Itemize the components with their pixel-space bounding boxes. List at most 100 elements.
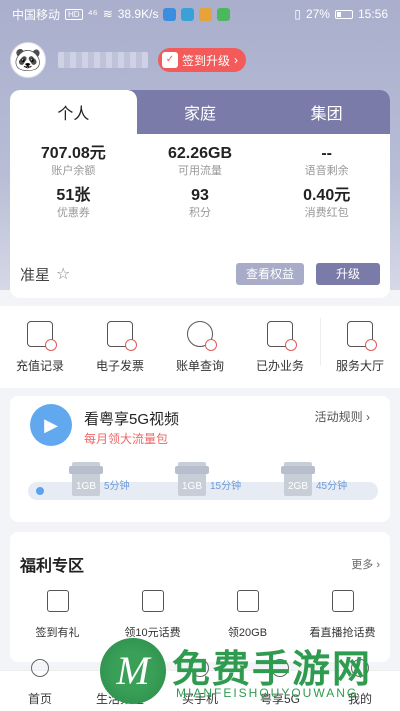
account-card: 个人 家庭 集团 707.08元 账户余额 62.26GB 可用流量 -- 语音… [10, 90, 390, 298]
account-tabs: 个人 家庭 集团 [10, 90, 390, 134]
video-promo-card[interactable]: ▶ 看粤享5G视频 每月领大流量包 活动规则 › 1GB 5分钟 1GB 15分… [10, 396, 390, 522]
service-label: 充值记录 [15, 358, 64, 373]
stat-value: 707.08元 [40, 145, 106, 162]
gift-box-icon: 1GB [175, 462, 209, 496]
milestone-2[interactable]: 1GB 15分钟 [175, 462, 242, 496]
stat-label: 语音剩余 [304, 165, 349, 177]
bottom-nav: 首页 生活频道 买手机 粤享5G 我的 [0, 659, 400, 711]
nav-label: 买手机 [181, 692, 218, 706]
nav-mine[interactable]: 我的 [320, 659, 400, 711]
milestone-1[interactable]: 1GB 5分钟 [69, 462, 130, 496]
service-recharge-records[interactable]: 充值记录 [0, 306, 80, 388]
account-stats: 707.08元 账户余额 62.26GB 可用流量 -- 语音剩余 51张 优惠… [10, 134, 390, 224]
stat-red-packet[interactable]: 0.40元 消费红包 [263, 186, 390, 224]
signin-upgrade-button[interactable]: ✓ 签到升级 › [158, 48, 247, 72]
nav-label: 首页 [27, 692, 52, 706]
nav-5g[interactable]: 粤享5G [240, 659, 320, 711]
member-level: 准星 [20, 266, 51, 284]
nav-label: 粤享5G [259, 692, 300, 706]
carrier-label: 中国移动 [12, 7, 61, 22]
stat-coupons[interactable]: 51张 优惠券 [10, 186, 137, 224]
stat-label: 账户余额 [51, 165, 96, 177]
activity-rules-link[interactable]: 活动规则 › [315, 408, 370, 425]
level-row: 准星 ☆ 查看权益 升级 [10, 250, 390, 298]
tab-family[interactable]: 家庭 [137, 90, 264, 134]
nav-label: 生活频道 [95, 692, 144, 706]
tab-personal[interactable]: 个人 [10, 90, 137, 134]
service-e-invoice[interactable]: 电子发票 [80, 306, 160, 388]
vibrate-icon: ▯ [294, 7, 301, 21]
promo-subtitle: 每月领大流量包 [84, 432, 169, 446]
service-label: 账单查询 [175, 358, 224, 373]
stat-value: 0.40元 [303, 187, 351, 204]
more-link[interactable]: 更多 › [351, 556, 380, 572]
benefits-section: 福利专区 更多 › 签到有礼 领10元话费 领20GB 看直播抢话费 [10, 532, 390, 662]
benefit-grid: 签到有礼 领10元话费 领20GB 看直播抢话费 [10, 590, 390, 640]
clock: 15:56 [357, 7, 388, 21]
view-rights-button[interactable]: 查看权益 [235, 263, 304, 285]
calendar-icon: ✓ [162, 52, 178, 68]
service-bill-query[interactable]: 账单查询 [160, 306, 240, 388]
section-title: 福利专区 [20, 558, 85, 575]
milestone-minutes: 45分钟 [316, 481, 348, 492]
stat-data[interactable]: 62.26GB 可用流量 [137, 144, 264, 182]
battery-percent: 27% [305, 7, 330, 21]
hd-badge: HD [65, 8, 83, 20]
milestone-minutes: 15分钟 [210, 481, 242, 492]
benefit-10-yuan[interactable]: 领10元话费 [105, 590, 200, 640]
phone-icon [191, 659, 209, 677]
invoice-icon [107, 320, 137, 351]
stat-balance[interactable]: 707.08元 账户余额 [10, 144, 137, 182]
service-hall[interactable]: 服务大厅 [320, 306, 400, 388]
chevron-right-icon: › [234, 53, 239, 67]
service-handled-business[interactable]: 已办业务 [240, 306, 320, 388]
stat-value: 93 [191, 187, 209, 204]
nav-buy-phone[interactable]: 买手机 [160, 659, 240, 711]
promo-title: 看粤享5G视频 [84, 411, 180, 428]
app-notification-icon [217, 7, 231, 21]
nav-life[interactable]: 生活频道 [80, 659, 160, 711]
signal-icon: ⁴⁶ [87, 7, 98, 21]
service-label: 服务大厅 [335, 358, 384, 373]
briefcase-icon [267, 320, 297, 351]
benefit-checkin[interactable]: 签到有礼 [10, 590, 105, 640]
benefit-label: 领10元话费 [124, 627, 181, 639]
stat-label: 积分 [188, 207, 211, 219]
tv-icon [331, 590, 354, 612]
nav-label: 我的 [347, 692, 372, 706]
coupon-icon [141, 590, 164, 612]
service-label: 已办业务 [255, 358, 304, 373]
stat-label: 优惠券 [56, 207, 90, 219]
network-speed: 38.9K/s [117, 7, 159, 21]
home-icon [31, 659, 49, 677]
service-shortcuts: 充值记录 电子发票 账单查询 已办业务 服务大厅 [0, 306, 400, 388]
stat-value: 62.26GB [167, 145, 233, 162]
signin-label: 签到升级 [182, 53, 231, 68]
benefit-label: 看直播抢话费 [309, 627, 376, 639]
gift-box-icon: 2GB [281, 462, 315, 496]
status-bar: 中国移动 HD ⁴⁶ ≋ 38.9K/s ▯ 27% 15:56 [0, 0, 400, 28]
stat-voice[interactable]: -- 语音剩余 [263, 144, 390, 182]
calendar-icon [46, 590, 69, 612]
phone-video-icon: ▶ [30, 404, 72, 446]
benefit-live[interactable]: 看直播抢话费 [295, 590, 390, 640]
upgrade-button[interactable]: 升级 [316, 263, 380, 285]
app-notification-icon [163, 7, 177, 21]
tab-group[interactable]: 集团 [263, 90, 390, 134]
stat-points[interactable]: 93 积分 [137, 186, 264, 224]
benefit-20gb[interactable]: 领20GB [200, 590, 295, 640]
avatar[interactable]: 🐼 [10, 42, 46, 78]
user-icon [351, 659, 369, 677]
grid-icon [347, 320, 377, 351]
app-notification-icon [181, 7, 195, 21]
progress-dot [36, 487, 44, 495]
star-icon: ☆ [56, 266, 71, 283]
stat-value: 51张 [56, 187, 91, 204]
benefit-label: 签到有礼 [35, 627, 80, 639]
milestone-3[interactable]: 2GB 45分钟 [281, 462, 348, 496]
recharge-record-icon [27, 320, 57, 351]
nav-home[interactable]: 首页 [0, 659, 80, 711]
bill-search-icon [187, 320, 217, 351]
crown-icon [236, 590, 259, 612]
stat-value: -- [321, 145, 332, 162]
